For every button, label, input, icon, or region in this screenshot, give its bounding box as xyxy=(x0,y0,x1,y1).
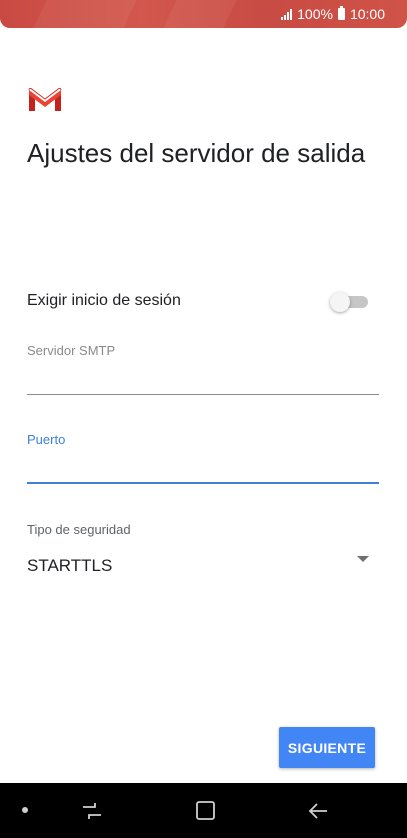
nav-indicator-dot xyxy=(22,807,28,813)
status-indicators: 100% 10:00 xyxy=(281,6,385,22)
navigation-bar xyxy=(0,783,407,838)
next-button[interactable]: SIGUIENTE xyxy=(279,727,375,768)
status-bar: 100% 10:00 xyxy=(0,0,407,28)
recents-icon[interactable] xyxy=(78,797,106,825)
port-label: Puerto xyxy=(27,432,66,447)
gmail-icon xyxy=(28,87,62,111)
battery-icon xyxy=(337,6,345,20)
smtp-server-label: Servidor SMTP xyxy=(27,343,116,358)
status-bar-decoration xyxy=(33,0,137,28)
port-input[interactable] xyxy=(27,458,379,484)
security-type-label: Tipo de seguridad xyxy=(27,522,131,537)
dropdown-arrow-icon xyxy=(357,556,369,562)
security-type-select[interactable]: STARTTLS xyxy=(27,552,379,580)
home-icon[interactable] xyxy=(192,797,220,825)
login-required-toggle[interactable] xyxy=(330,292,368,312)
login-required-label: Exigir inicio de sesión xyxy=(27,292,181,309)
clock: 10:00 xyxy=(349,6,385,22)
back-icon[interactable] xyxy=(305,797,333,825)
status-bar-decoration xyxy=(163,0,237,28)
security-type-value: STARTTLS xyxy=(27,556,113,575)
signal-icon xyxy=(281,8,293,20)
smtp-server-input[interactable] xyxy=(27,369,379,395)
toggle-thumb xyxy=(330,292,350,312)
battery-percent: 100% xyxy=(297,6,333,22)
page-title: Ajustes del servidor de salida xyxy=(27,138,366,168)
